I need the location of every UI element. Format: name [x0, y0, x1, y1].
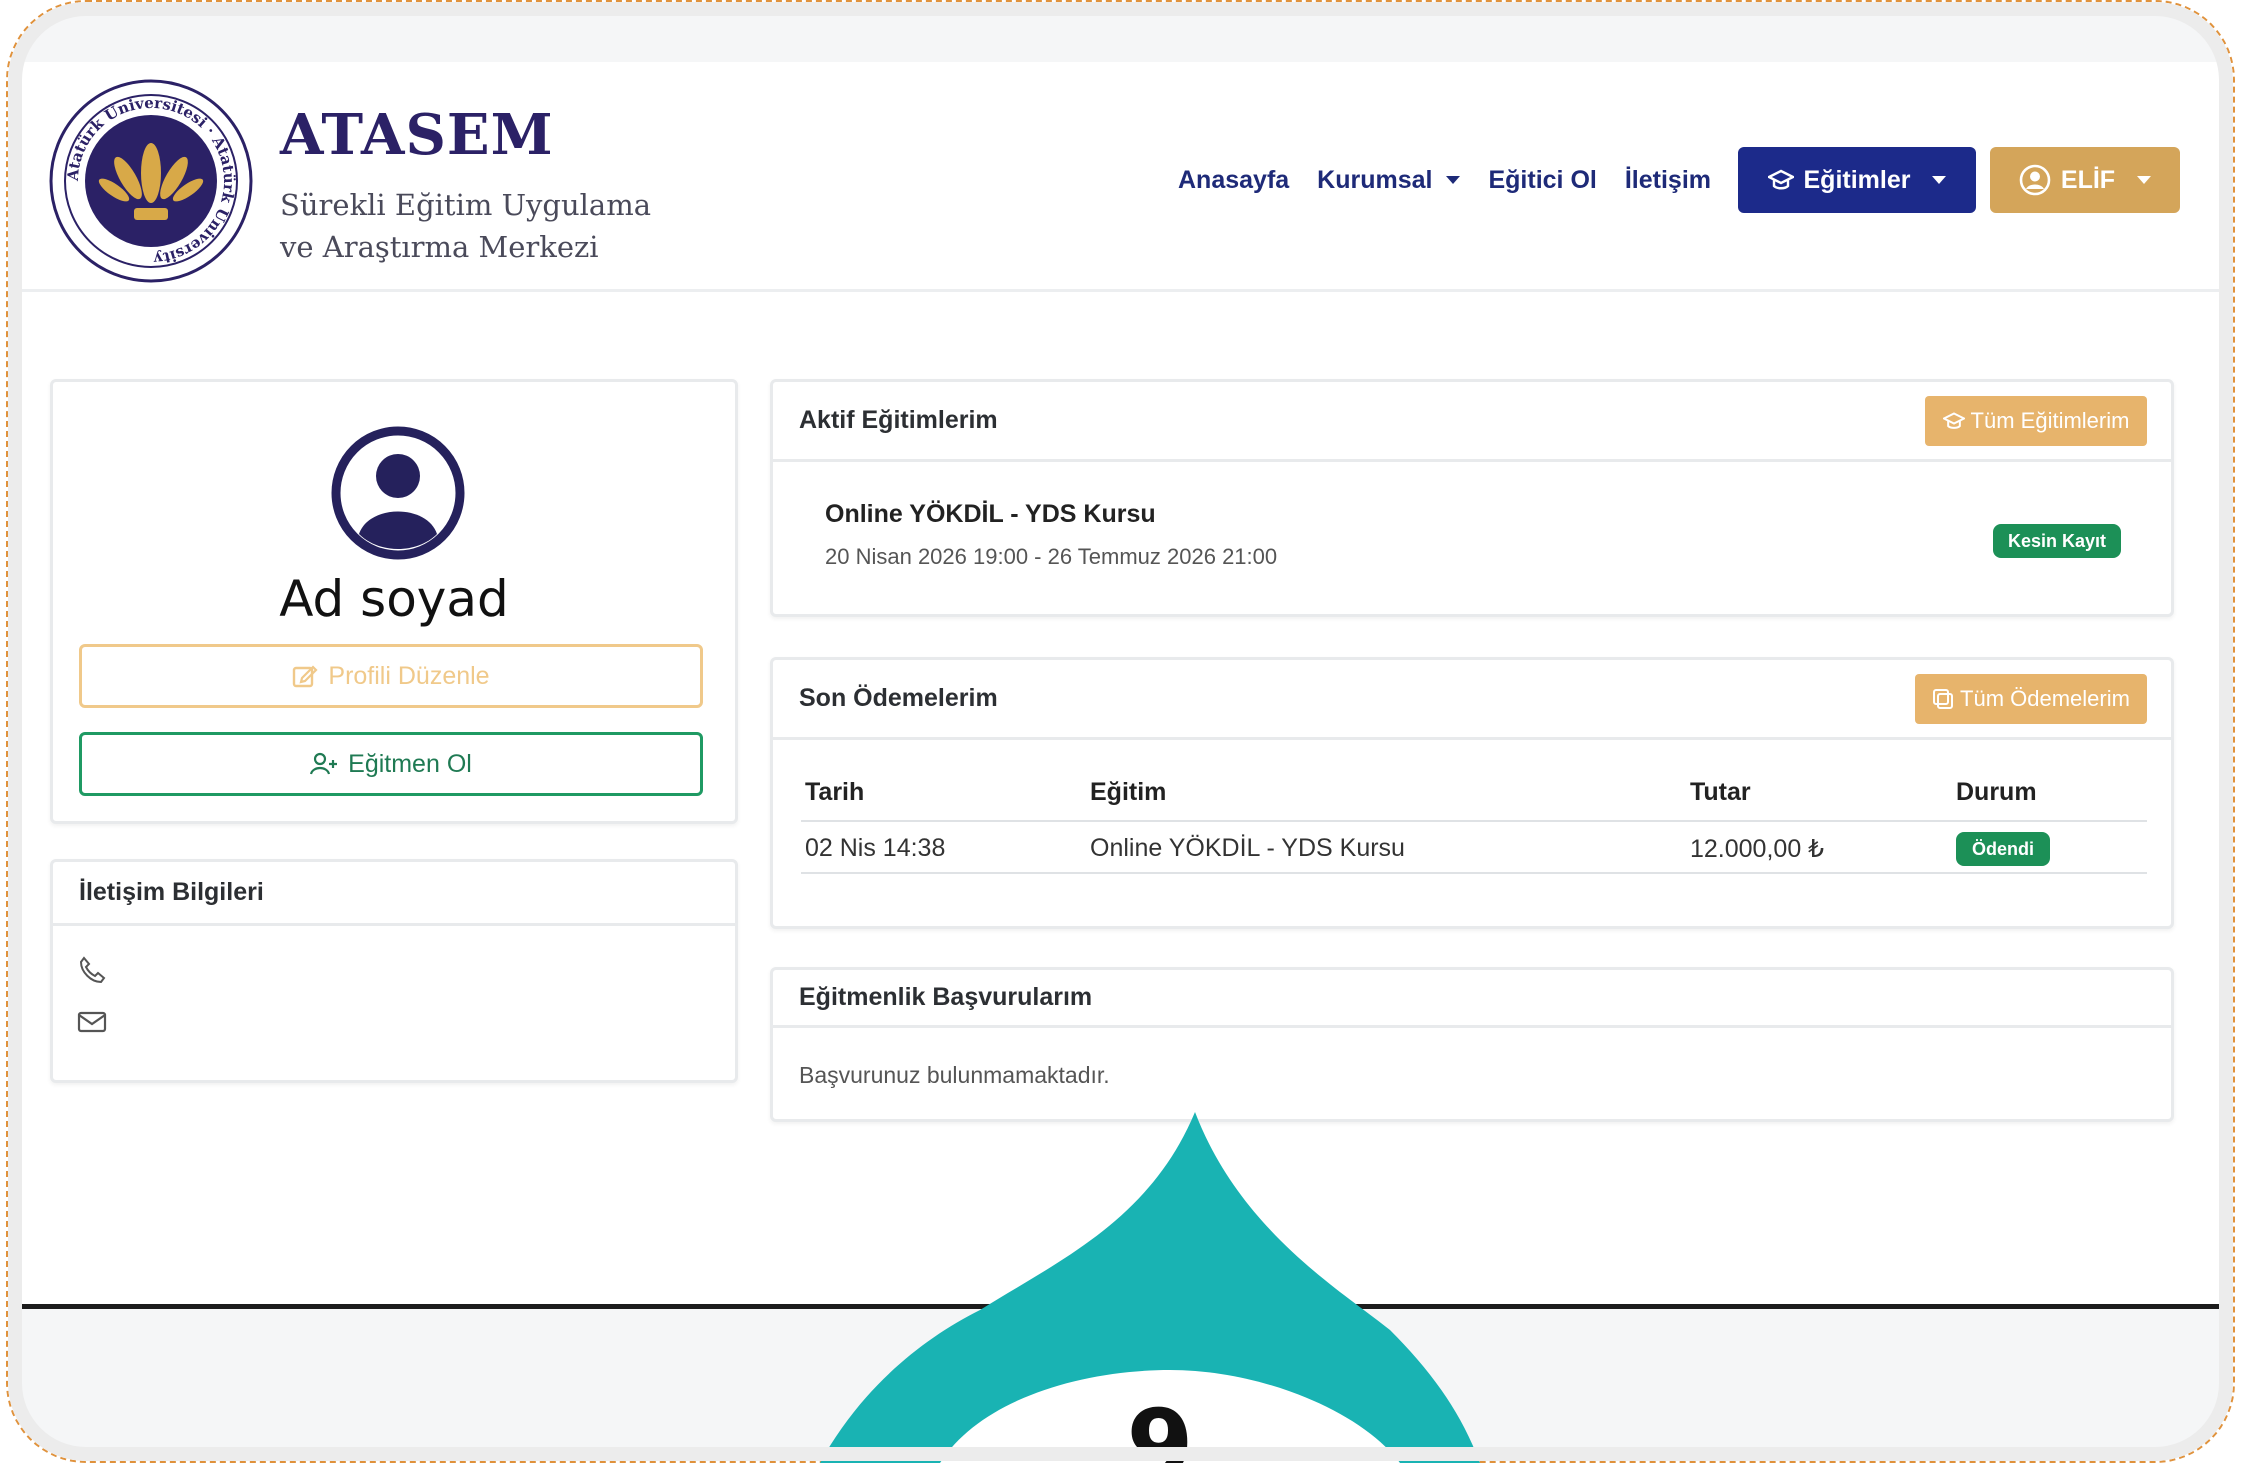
payment-amount: 12.000,00 ₺: [1690, 835, 1825, 863]
chevron-down-icon: [2137, 176, 2152, 184]
active-trainings-title: Aktif Eğitimlerim: [799, 406, 998, 434]
trainer-applications-title: Eğitmenlik Başvurularım: [799, 983, 1093, 1011]
active-training-dates: 20 Nisan 2026 19:00 - 26 Temmuz 2026 21:…: [825, 544, 1278, 569]
edit-icon: [292, 663, 318, 689]
nav-home[interactable]: Anasayfa: [1178, 166, 1289, 195]
university-seal-logo[interactable]: Atatürk Üniversitesi · Atatürk Universit…: [48, 78, 254, 284]
brand-subtitle-line-2: ve Araştırma Merkezi: [280, 230, 599, 264]
site-header: Atatürk Üniversitesi · Atatürk Universit…: [8, 62, 2233, 292]
column-header-amount[interactable]: Tutar: [1690, 778, 1751, 807]
registration-status-badge: Kesin Kayıt: [1993, 524, 2121, 558]
brand-title[interactable]: ATASEM: [280, 102, 554, 168]
user-avatar-icon: [331, 426, 465, 560]
table-row-divider: [801, 872, 2147, 874]
column-header-date[interactable]: Tarih: [805, 778, 864, 807]
nav-corporate-dropdown[interactable]: Kurumsal: [1317, 165, 1461, 195]
footer-area: [8, 1309, 2233, 1461]
browser-top-strip: [8, 2, 2233, 62]
profile-card: Ad soyad Profili Düzenle Eğitmen Ol: [50, 379, 738, 824]
nav-corporate-label: Kurumsal: [1317, 165, 1433, 194]
envelope-icon: [77, 1011, 107, 1033]
active-trainings-card: Aktif Eğitimlerim Tüm Eğitimlerim Online…: [770, 379, 2174, 617]
all-payments-label: Tüm Ödemelerim: [1960, 686, 2130, 711]
trainings-dropdown-button[interactable]: Eğitimler: [1738, 147, 1976, 213]
profile-name: Ad soyad: [279, 570, 509, 628]
become-trainer-button[interactable]: Eğitmen Ol: [79, 732, 703, 796]
nav-contact[interactable]: İletişim: [1625, 166, 1711, 195]
trainer-applications-header: Eğitmenlik Başvurularım: [773, 970, 2171, 1028]
chevron-down-icon: [1932, 176, 1947, 184]
payment-date: 02 Nis 14:38: [805, 834, 946, 862]
active-training-name[interactable]: Online YÖKDİL - YDS Kursu: [825, 500, 1156, 529]
edit-profile-button[interactable]: Profili Düzenle: [79, 644, 703, 708]
column-header-training[interactable]: Eğitim: [1090, 778, 1166, 807]
user-button-label: ELİF: [2060, 165, 2116, 194]
become-trainer-label: Eğitmen Ol: [348, 749, 472, 778]
contact-info-card: İletişim Bilgileri: [50, 859, 738, 1083]
trainer-applications-card: Eğitmenlik Başvurularım Başvurunuz bulun…: [770, 967, 2174, 1122]
phone-icon: [79, 956, 106, 984]
column-header-status[interactable]: Durum: [1956, 778, 2037, 807]
all-trainings-button[interactable]: Tüm Eğitimlerim: [1925, 396, 2147, 446]
contact-info-header: İletişim Bilgileri: [53, 862, 735, 926]
money-icon: [1932, 688, 1954, 710]
all-payments-button[interactable]: Tüm Ödemelerim: [1915, 674, 2147, 724]
graduation-cap-icon: [1942, 411, 1965, 431]
payment-status-badge: Ödendi: [1956, 832, 2050, 866]
chevron-down-icon: [1446, 176, 1461, 184]
no-applications-text: Başvurunuz bulunmamaktadır.: [799, 1062, 1110, 1088]
main-nav: Anasayfa Kurumsal Eğitici Ol İletişim: [1178, 147, 1739, 213]
graduation-cap-icon: [1767, 168, 1794, 192]
user-menu-button[interactable]: ELİF: [1990, 147, 2180, 213]
trainings-button-label: Eğitimler: [1803, 165, 1911, 194]
user-plus-icon: [310, 752, 338, 776]
nav-become-trainer[interactable]: Eğitici Ol: [1488, 166, 1596, 195]
table-header-divider: [801, 820, 2147, 822]
payments-title: Son Ödemelerim: [799, 684, 998, 712]
edit-profile-label: Profili Düzenle: [328, 661, 490, 690]
payments-card: Son Ödemelerim Tüm Ödemelerim Tarih Eğit…: [770, 657, 2174, 929]
brand-subtitle-line-1: Sürekli Eğitim Uygulama: [280, 188, 651, 222]
payment-training: Online YÖKDİL - YDS Kursu: [1090, 834, 1405, 862]
all-trainings-label: Tüm Eğitimlerim: [1970, 408, 2130, 433]
screenshot-frame: Atatürk Üniversitesi · Atatürk Universit…: [6, 0, 2235, 1463]
user-circle-icon: [2019, 164, 2051, 196]
brand-subtitle: Sürekli Eğitim Uygulama ve Araştırma Mer…: [280, 184, 651, 268]
